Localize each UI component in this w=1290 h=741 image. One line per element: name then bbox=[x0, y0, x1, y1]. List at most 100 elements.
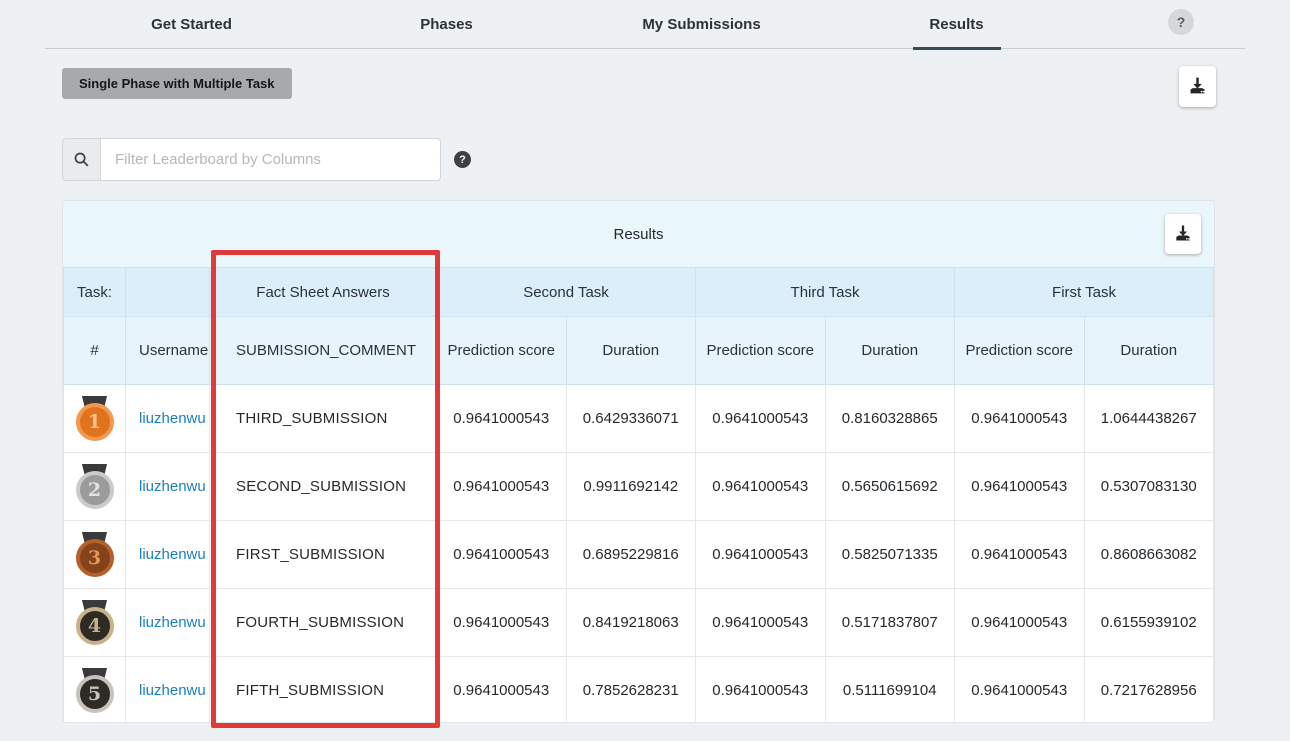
username-link[interactable]: liuzhenwu bbox=[139, 682, 206, 699]
download-icon bbox=[1187, 75, 1208, 99]
score-cell: 0.9641000543 bbox=[696, 521, 826, 589]
username-group-spacer bbox=[126, 268, 210, 317]
username-cell: liuzhenwu bbox=[126, 657, 210, 724]
task-corner-label: Task: bbox=[64, 268, 126, 317]
search-icon bbox=[62, 138, 100, 181]
score-cell: 0.6429336071 bbox=[566, 385, 696, 453]
submission-comment-cell: FIRST_SUBMISSION bbox=[210, 521, 437, 589]
help-icon[interactable]: ? bbox=[1168, 9, 1194, 35]
submission-comment-cell: FIFTH_SUBMISSION bbox=[210, 657, 437, 724]
score-cell: 0.7852628231 bbox=[566, 657, 696, 724]
rank-cell: 5 bbox=[64, 657, 126, 724]
table-row: 3liuzhenwuFIRST_SUBMISSION0.96410005430.… bbox=[64, 521, 1214, 589]
download-leaderboard-button[interactable] bbox=[1179, 66, 1216, 107]
score-column-header: SUBMISSION_COMMENT bbox=[210, 317, 437, 385]
score-cell: 0.9641000543 bbox=[696, 589, 826, 657]
score-cell: 0.8419218063 bbox=[566, 589, 696, 657]
score-cell: 0.9641000543 bbox=[955, 657, 1085, 724]
score-column-header: Duration bbox=[825, 317, 955, 385]
download-results-button[interactable] bbox=[1165, 214, 1201, 254]
submission-comment-cell: THIRD_SUBMISSION bbox=[210, 385, 437, 453]
filter-bar: ? bbox=[62, 138, 471, 181]
score-cell: 0.8160328865 bbox=[825, 385, 955, 453]
rank-cell: 1 bbox=[64, 385, 126, 453]
score-cell: 0.9641000543 bbox=[955, 589, 1085, 657]
score-cell: 0.9641000543 bbox=[437, 521, 567, 589]
score-column-header: Prediction score bbox=[437, 317, 567, 385]
gold-medal-icon: 1 bbox=[75, 396, 115, 442]
submission-comment-cell: FOURTH_SUBMISSION bbox=[210, 589, 437, 657]
tab-bar: Get Started Phases My Submissions Results bbox=[64, 0, 1084, 49]
score-cell: 0.9641000543 bbox=[437, 657, 567, 724]
nav-divider bbox=[45, 48, 1245, 49]
score-cell: 0.6155939102 bbox=[1084, 589, 1214, 657]
score-cell: 0.9911692142 bbox=[566, 453, 696, 521]
tab-label: Get Started bbox=[151, 16, 232, 33]
table-row: 1liuzhenwuTHIRD_SUBMISSION0.96410005430.… bbox=[64, 385, 1214, 453]
fifth-medal-icon: 5 bbox=[75, 668, 115, 714]
score-cell: 0.8608663082 bbox=[1084, 521, 1214, 589]
fourth-medal-icon: 4 bbox=[75, 600, 115, 646]
score-cell: 0.9641000543 bbox=[437, 453, 567, 521]
rank-cell: 4 bbox=[64, 589, 126, 657]
silver-medal-icon: 2 bbox=[75, 464, 115, 510]
score-cell: 0.9641000543 bbox=[696, 657, 826, 724]
tab-my-submissions[interactable]: My Submissions bbox=[574, 0, 829, 49]
score-column-header: Duration bbox=[1084, 317, 1214, 385]
leaderboard-table: Task:Fact Sheet AnswersSecond TaskThird … bbox=[63, 267, 1214, 723]
score-column-header: Prediction score bbox=[955, 317, 1085, 385]
score-cell: 0.9641000543 bbox=[955, 521, 1085, 589]
score-cell: 0.5307083130 bbox=[1084, 453, 1214, 521]
username-link[interactable]: liuzhenwu bbox=[139, 478, 206, 495]
username-cell: liuzhenwu bbox=[126, 521, 210, 589]
phase-selector-button[interactable]: Single Phase with Multiple Task bbox=[62, 68, 292, 99]
score-cell: 0.9641000543 bbox=[437, 589, 567, 657]
score-column-header: Duration bbox=[566, 317, 696, 385]
rank-cell: 3 bbox=[64, 521, 126, 589]
rank-column-header: # bbox=[64, 317, 126, 385]
username-column-header: Username bbox=[126, 317, 210, 385]
task-group-header: First Task bbox=[955, 268, 1214, 317]
score-cell: 0.9641000543 bbox=[955, 385, 1085, 453]
task-group-header: Third Task bbox=[696, 268, 955, 317]
tab-label: My Submissions bbox=[642, 16, 760, 33]
download-icon bbox=[1173, 223, 1193, 246]
score-cell: 0.6895229816 bbox=[566, 521, 696, 589]
tab-phases[interactable]: Phases bbox=[319, 0, 574, 49]
username-link[interactable]: liuzhenwu bbox=[139, 614, 206, 631]
score-cell: 0.9641000543 bbox=[696, 385, 826, 453]
table-row: 5liuzhenwuFIFTH_SUBMISSION0.96410005430.… bbox=[64, 657, 1214, 724]
submission-comment-cell: SECOND_SUBMISSION bbox=[210, 453, 437, 521]
results-title-bar: Results bbox=[63, 201, 1214, 267]
score-cell: 0.9641000543 bbox=[955, 453, 1085, 521]
username-link[interactable]: liuzhenwu bbox=[139, 546, 206, 563]
score-cell: 0.5171837807 bbox=[825, 589, 955, 657]
table-row: 4liuzhenwuFOURTH_SUBMISSION0.96410005430… bbox=[64, 589, 1214, 657]
medal-rank-number: 1 bbox=[76, 403, 114, 441]
rank-cell: 2 bbox=[64, 453, 126, 521]
score-column-header: Prediction score bbox=[696, 317, 826, 385]
table-title: Results bbox=[613, 226, 663, 243]
score-cell: 0.9641000543 bbox=[437, 385, 567, 453]
table-row: 2liuzhenwuSECOND_SUBMISSION0.96410005430… bbox=[64, 453, 1214, 521]
tab-label: Phases bbox=[420, 16, 473, 33]
medal-rank-number: 3 bbox=[76, 539, 114, 577]
tab-label: Results bbox=[929, 16, 983, 33]
username-link[interactable]: liuzhenwu bbox=[139, 410, 206, 427]
results-table-card: Results Task:Fact Sheet AnswersSecond Ta… bbox=[62, 200, 1215, 723]
score-cell: 0.7217628956 bbox=[1084, 657, 1214, 724]
tab-results[interactable]: Results bbox=[829, 0, 1084, 49]
filter-input[interactable] bbox=[100, 138, 441, 181]
username-cell: liuzhenwu bbox=[126, 385, 210, 453]
score-cell: 1.0644438267 bbox=[1084, 385, 1214, 453]
username-cell: liuzhenwu bbox=[126, 589, 210, 657]
tab-get-started[interactable]: Get Started bbox=[64, 0, 319, 49]
score-cell: 0.5650615692 bbox=[825, 453, 955, 521]
medal-rank-number: 5 bbox=[76, 675, 114, 713]
medal-rank-number: 4 bbox=[76, 607, 114, 645]
filter-help-icon[interactable]: ? bbox=[454, 151, 471, 168]
score-cell: 0.5111699104 bbox=[825, 657, 955, 724]
score-cell: 0.9641000543 bbox=[696, 453, 826, 521]
task-group-header: Second Task bbox=[437, 268, 696, 317]
bronze-medal-icon: 3 bbox=[75, 532, 115, 578]
